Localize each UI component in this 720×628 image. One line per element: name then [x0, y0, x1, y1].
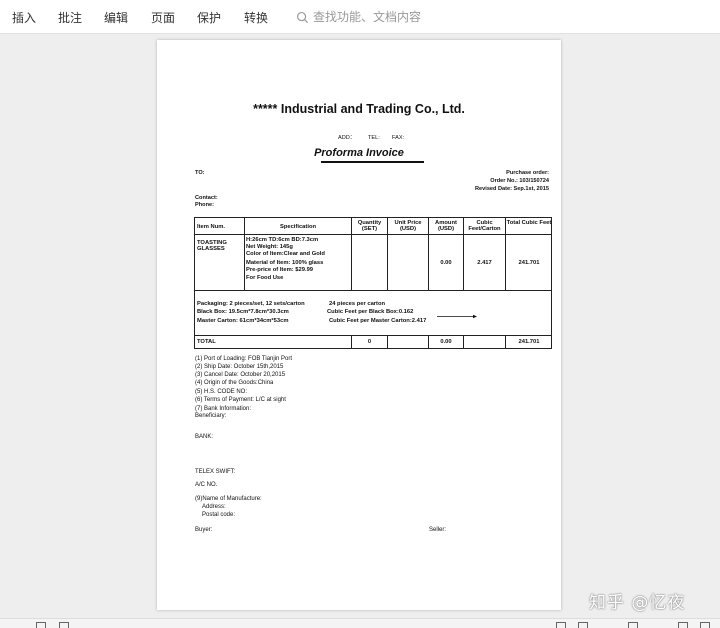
title-underline — [321, 161, 424, 163]
search-input[interactable] — [313, 10, 443, 24]
row-amount: 0.00 — [440, 260, 452, 266]
page-view-icon[interactable] — [36, 622, 46, 628]
master-carton-size: Master Carton: 61cm*34cm*53cm — [197, 318, 289, 324]
revised-date: Revised Date: Sep.1st, 2015 — [475, 186, 549, 192]
menu-protect[interactable]: 保护 — [197, 9, 221, 26]
postal-label: Postal code: — [202, 512, 236, 518]
spec-line: Material of Item: 100% glass — [246, 260, 324, 266]
menu-convert[interactable]: 转换 — [244, 9, 268, 26]
tel-label: TEL: — [368, 135, 380, 141]
contact-label: Contact: — [195, 195, 218, 201]
menu-page[interactable]: 页面 — [151, 9, 175, 26]
search-icon — [296, 11, 309, 23]
term-line: (3) Cancel Date: October 20,2015 — [195, 372, 286, 378]
row-cubic-carton: 2.417 — [477, 260, 492, 266]
bank-label: BANK: — [195, 434, 214, 440]
term-line: (5) H.S. CODE NO: — [195, 389, 248, 395]
layout-icon[interactable] — [578, 622, 588, 628]
header-total-cubic: Total Cubic Feet — [506, 220, 552, 226]
telex-label: TELEX SWIFT: — [195, 469, 236, 475]
master-carton-cubic: Cubic Feet per Master Carton:2.417 — [329, 318, 427, 324]
read-mode-icon[interactable] — [556, 622, 566, 628]
beneficiary-label: Beneficiary: — [195, 413, 227, 419]
menu-insert[interactable]: 插入 — [12, 9, 36, 26]
header-specification: Specification — [279, 224, 317, 230]
spec-line: Net Weight: 145g — [246, 244, 293, 250]
status-bar — [0, 618, 720, 628]
item-name: TOASTING GLASSES — [197, 240, 227, 253]
header-quantity: Quantity (SET) — [357, 220, 382, 233]
phone-label: Phone: — [195, 202, 214, 208]
row-total-cubic: 241.701 — [518, 260, 540, 266]
invoice-table: Item Num. Specification Quantity (SET) U… — [194, 217, 552, 349]
to-label: TO: — [195, 170, 205, 176]
spec-line: H:26cm TD:6cm BD:7.3cm — [246, 237, 319, 243]
term-line: (1) Port of Loading: FOB Tianjin Port — [195, 356, 293, 362]
address-label: Address: — [202, 504, 226, 510]
term-line: (6) Terms of Payment: L/C at sight — [195, 397, 286, 403]
seller-label: Seller: — [429, 527, 447, 533]
fit-page-icon[interactable] — [628, 622, 638, 628]
top-toolbar: 插入 批注 编辑 页面 保护 转换 — [0, 0, 720, 34]
menu-edit[interactable]: 编辑 — [104, 9, 128, 26]
header-cubic-carton: Cubic Feet/Carton — [468, 220, 501, 233]
total-amount: 0.00 — [440, 339, 452, 345]
ac-no-label: A/C NO. — [195, 482, 218, 488]
spec-line: Color of Item:Clear and Gold — [246, 251, 325, 257]
add-label: ADD： — [338, 135, 356, 141]
search-box[interactable] — [296, 8, 443, 26]
packaging-line: Packaging: 2 pieces/set, 12 sets/carton — [197, 301, 305, 307]
expand-icon[interactable] — [700, 622, 710, 628]
fax-label: FAX: — [392, 135, 405, 141]
manufacture-label: (9)Name of Manufacture: — [195, 496, 262, 502]
total-quantity: 0 — [367, 339, 372, 345]
invoice-title: Proforma Invoice — [314, 147, 404, 159]
purchase-order: Purchase order: — [506, 170, 549, 176]
menu-comment[interactable]: 批注 — [58, 9, 82, 26]
arrow-icon — [437, 314, 477, 319]
total-cubic-feet: 241.701 — [518, 339, 540, 345]
packaging-pieces: 24 pieces per carton — [329, 301, 386, 307]
term-line: (2) Ship Date: October 15th,2015 — [195, 364, 284, 370]
header-amount: Amount (USD) — [435, 220, 457, 233]
buyer-label: Buyer: — [195, 527, 213, 533]
document-page: ***** Industrial and Trading Co., Ltd. A… — [157, 40, 561, 610]
company-name: ***** Industrial and Trading Co., Ltd. — [253, 102, 465, 116]
term-line: (4) Origin of the Goods:China — [195, 380, 274, 386]
fullscreen-icon[interactable] — [678, 622, 688, 628]
total-label: TOTAL — [197, 339, 216, 345]
outline-view-icon[interactable] — [59, 622, 69, 628]
black-box-size: Black Box: 19.5cm*7.8cm*30.3cm — [197, 309, 289, 315]
black-box-cubic: Cubic Feet per Black Box:0.162 — [327, 309, 414, 315]
spec-line: For Food Use — [246, 275, 284, 281]
order-no: Order No.: 103/150724 — [490, 178, 549, 184]
header-unit-price: Unit Price (USD) — [394, 220, 422, 233]
header-item-num: Item Num. — [197, 224, 226, 230]
zhihu-watermark: 知乎 @忆夜 — [589, 593, 686, 613]
spec-line: Pre-price of Item: $29.99 — [246, 267, 314, 273]
